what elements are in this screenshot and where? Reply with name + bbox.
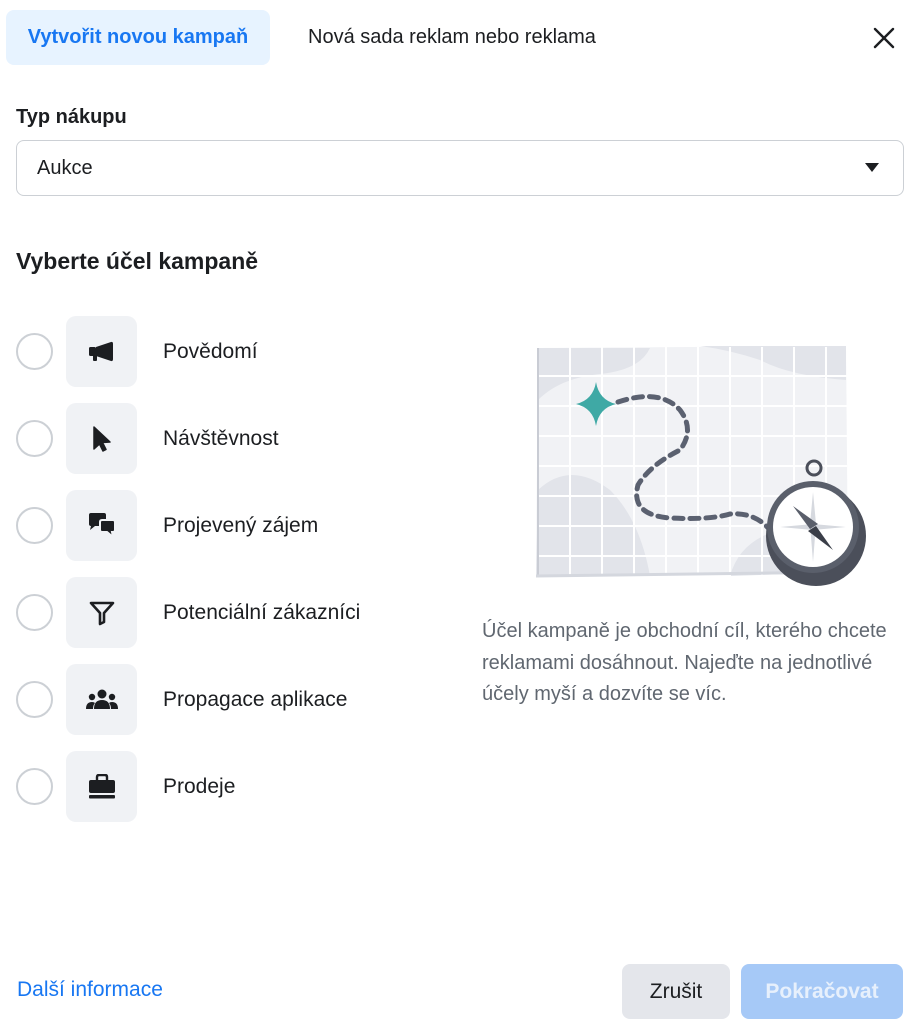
objective-label: Povědomí (163, 339, 258, 363)
objective-option-leads[interactable]: Potenciální zákazníci (16, 569, 456, 656)
close-icon (873, 27, 895, 49)
option-icon-box (66, 490, 137, 561)
chat-bubbles-icon (88, 512, 116, 540)
megaphone-icon (88, 341, 113, 361)
option-icon-box (66, 316, 137, 387)
purchase-type-value: Aukce (37, 156, 93, 179)
objective-option-sales[interactable]: Prodeje (16, 743, 456, 830)
objective-option-engagement[interactable]: Projevený zájem (16, 482, 456, 569)
option-icon-box (66, 664, 137, 735)
tab-bar: Vytvořit novou kampaň Nová sada reklam n… (6, 10, 906, 65)
learn-more-link[interactable]: Další informace (17, 978, 163, 1002)
radio-button[interactable] (16, 420, 53, 457)
objective-option-awareness[interactable]: Povědomí (16, 308, 456, 395)
radio-button[interactable] (16, 333, 53, 370)
map-compass-illustration (530, 340, 870, 600)
continue-button[interactable]: Pokračovat (741, 964, 903, 1019)
radio-button[interactable] (16, 681, 53, 718)
cursor-icon (92, 425, 111, 452)
objective-label: Propagace aplikace (163, 687, 348, 711)
option-icon-box (66, 403, 137, 474)
objective-label: Prodeje (163, 774, 236, 798)
tab-create-new-campaign[interactable]: Vytvořit novou kampaň (6, 10, 270, 65)
close-button[interactable] (864, 18, 904, 58)
objective-label: Projevený zájem (163, 513, 319, 537)
objective-description: Účel kampaně je obchodní cíl, kterého ch… (482, 620, 887, 705)
people-icon (85, 689, 118, 709)
purchase-type-label: Typ nákupu (16, 106, 127, 128)
purchase-type-select[interactable]: Aukce (16, 140, 904, 196)
radio-button[interactable] (16, 768, 53, 805)
radio-button[interactable] (16, 594, 53, 631)
objective-label: Potenciální zákazníci (163, 600, 361, 624)
objective-label: Návštěvnost (163, 426, 279, 450)
objective-option-app-promotion[interactable]: Propagace aplikace (16, 656, 456, 743)
objective-option-traffic[interactable]: Návštěvnost (16, 395, 456, 482)
radio-button[interactable] (16, 507, 53, 544)
option-icon-box (66, 751, 137, 822)
option-icon-box (66, 577, 137, 648)
tab-new-ad-set-or-ad[interactable]: Nová sada reklam nebo reklama (290, 10, 614, 65)
caret-down-icon (865, 163, 879, 172)
cancel-button[interactable]: Zrušit (622, 964, 730, 1019)
funnel-icon (89, 601, 114, 625)
objective-options: Povědomí Návštěvnost Projevený zájem Pot… (16, 308, 456, 830)
objective-heading: Vyberte účel kampaně (16, 248, 259, 274)
briefcase-icon (88, 773, 115, 798)
